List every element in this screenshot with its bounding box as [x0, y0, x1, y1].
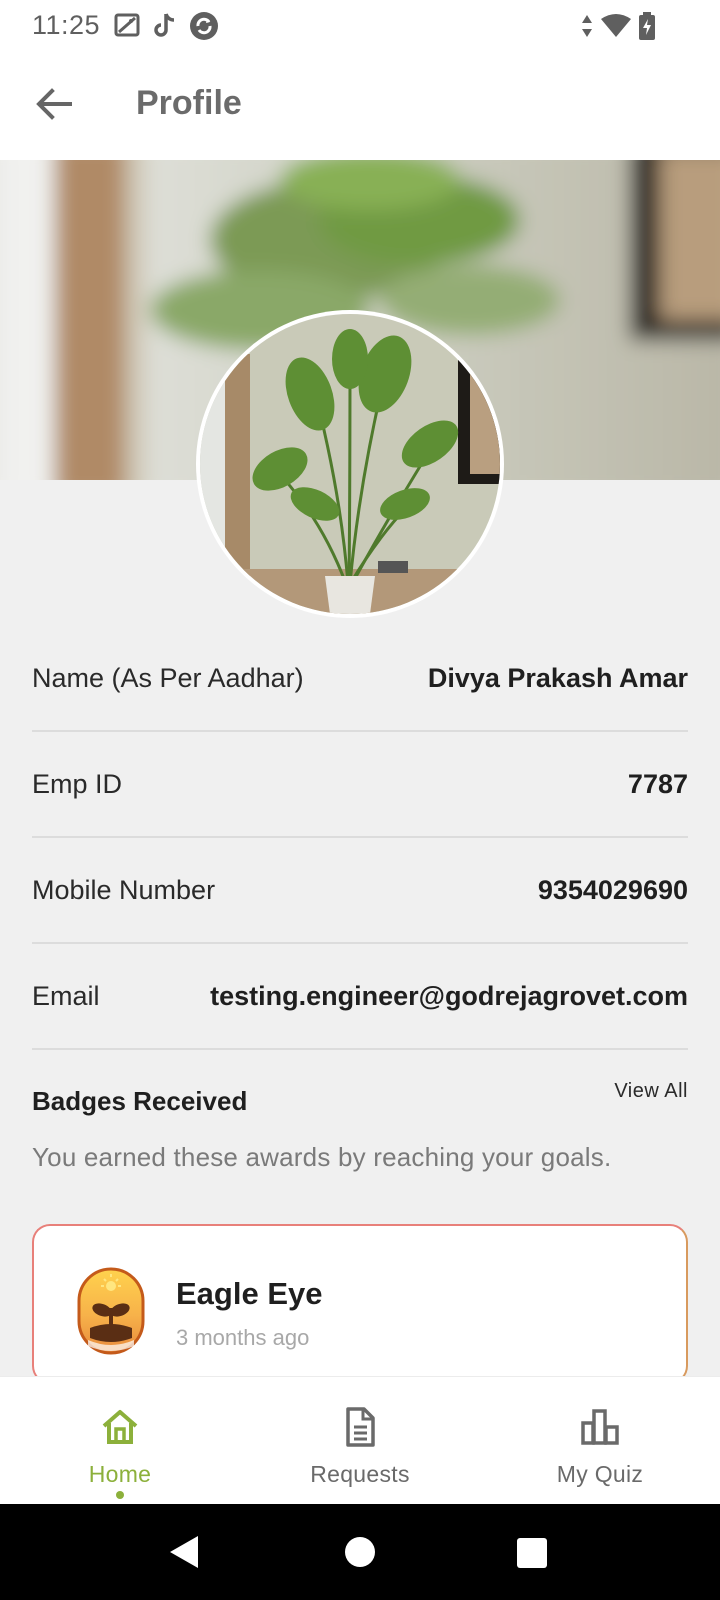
image-off-icon	[114, 13, 140, 37]
email-value: testing.engineer@godrejagrovet.com	[210, 980, 688, 1011]
status-bar: 11:25	[0, 0, 720, 54]
emp-id-value: 7787	[627, 768, 688, 799]
mobile-label: Mobile Number	[32, 874, 216, 905]
nav-label-requests: Requests	[310, 1461, 410, 1487]
refresh-icon	[190, 12, 218, 40]
back-button[interactable]	[26, 76, 82, 132]
status-time: 11:25	[32, 10, 101, 40]
info-row-email: Email testing.engineer@godrejagrovet.com	[32, 944, 688, 1050]
avatar-image	[200, 314, 500, 614]
nav-item-my-quiz[interactable]: My Quiz	[480, 1377, 720, 1504]
recents-square-icon[interactable]	[516, 1537, 548, 1574]
nav-label-my-quiz: My Quiz	[556, 1461, 644, 1487]
view-all-button[interactable]: View All	[614, 1080, 688, 1103]
badge-card[interactable]: Eagle Eye 3 months ago	[32, 1224, 688, 1384]
info-row-emp-id: Emp ID 7787	[32, 732, 688, 838]
avatar[interactable]	[196, 310, 504, 618]
bar-chart-icon	[580, 1407, 620, 1452]
system-navigation-bar	[0, 1504, 720, 1600]
app-bar: Profile	[0, 54, 720, 160]
sprout-badge-icon	[76, 1266, 146, 1361]
badge-name: Eagle Eye	[176, 1276, 323, 1311]
nav-label-home: Home	[88, 1461, 152, 1487]
profile-info: Name (As Per Aadhar) Divya Prakash Amar …	[32, 626, 688, 1050]
status-notification-icons	[114, 10, 220, 42]
nav-item-home[interactable]: Home	[0, 1377, 240, 1504]
tiktok-icon	[154, 13, 175, 37]
bottom-navigation: Home Requests My Quiz	[0, 1376, 720, 1504]
name-label: Name (As Per Aadhar)	[32, 662, 304, 693]
arrow-left-icon	[36, 88, 72, 120]
home-circle-icon[interactable]	[344, 1536, 376, 1573]
status-system-icons	[580, 12, 656, 40]
nav-item-requests[interactable]: Requests	[240, 1377, 480, 1504]
badges-header: Badges Received View All	[32, 1080, 688, 1120]
info-row-mobile: Mobile Number 9354029690	[32, 838, 688, 944]
email-label: Email	[32, 980, 100, 1011]
badge-time: 3 months ago	[176, 1325, 310, 1350]
badges-title: Badges Received	[32, 1086, 248, 1116]
emp-id-label: Emp ID	[32, 768, 123, 799]
data-arrows-icon	[582, 15, 592, 37]
mobile-value: 9354029690	[537, 874, 688, 905]
back-triangle-icon[interactable]	[166, 1534, 202, 1575]
page-title: Profile	[136, 84, 242, 122]
home-icon	[100, 1407, 140, 1452]
wifi-icon	[601, 14, 631, 37]
info-row-name: Name (As Per Aadhar) Divya Prakash Amar	[32, 626, 688, 732]
document-icon	[340, 1407, 380, 1452]
battery-charging-icon	[639, 12, 655, 40]
badges-subtitle: You earned these awards by reaching your…	[32, 1142, 612, 1172]
name-value: Divya Prakash Amar	[427, 662, 688, 693]
active-indicator-dot	[116, 1491, 124, 1499]
